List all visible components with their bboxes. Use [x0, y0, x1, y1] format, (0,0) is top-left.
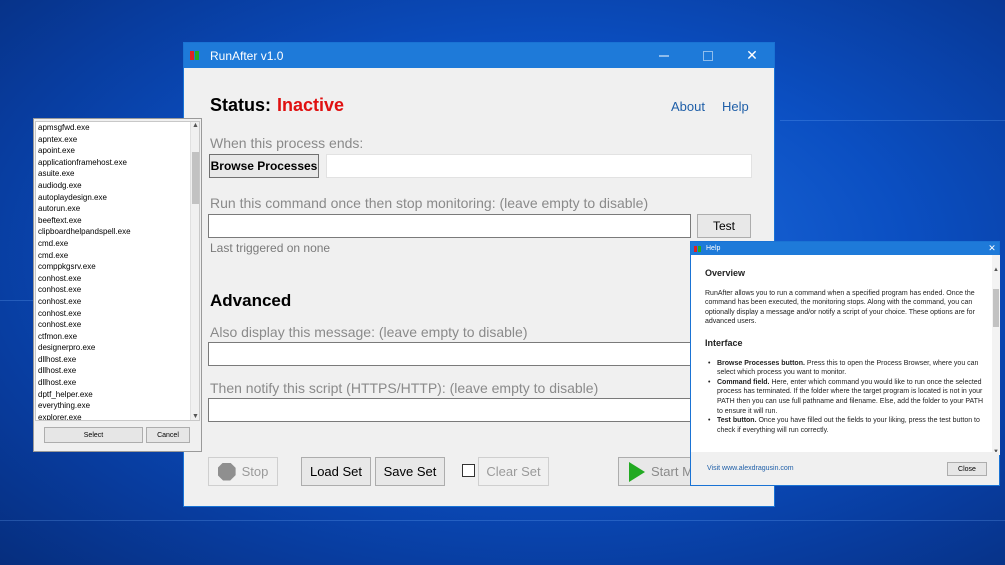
- help-titlebar: Help ✕: [691, 242, 999, 255]
- process-label: When this process ends:: [210, 135, 364, 151]
- cancel-button[interactable]: Cancel: [146, 427, 190, 443]
- status-label: Status:: [210, 95, 272, 115]
- test-button[interactable]: Test: [697, 214, 751, 238]
- list-item[interactable]: dllhost.exe: [36, 377, 199, 389]
- runafter-window: RunAfter v1.0 ✕ Status: Inactive About He…: [183, 42, 775, 507]
- background-line: [780, 120, 1005, 121]
- app-icon: [190, 50, 204, 62]
- help-app-icon: [694, 245, 702, 252]
- list-item[interactable]: conhost.exe: [36, 296, 199, 308]
- list-item: Test button. Once you have filled out th…: [705, 416, 985, 435]
- list-item[interactable]: dllhost.exe: [36, 365, 199, 377]
- scroll-up-icon[interactable]: ▲: [993, 267, 999, 273]
- list-item[interactable]: autorun.exe: [36, 203, 199, 215]
- browse-processes-button[interactable]: Browse Processes: [209, 154, 319, 178]
- save-set-button[interactable]: Save Set: [375, 457, 445, 486]
- command-label: Run this command once then stop monitori…: [210, 195, 649, 211]
- status-row: Status: Inactive: [210, 95, 344, 116]
- list-item[interactable]: beeftext.exe: [36, 215, 199, 227]
- bullet-term: Command field.: [717, 378, 770, 386]
- clear-set-checkbox[interactable]: [462, 464, 475, 477]
- scroll-up-icon[interactable]: ▲: [192, 122, 199, 129]
- process-field[interactable]: [326, 154, 752, 178]
- list-item[interactable]: everything.exe: [36, 400, 199, 412]
- list-item[interactable]: conhost.exe: [36, 284, 199, 296]
- list-item[interactable]: conhost.exe: [36, 319, 199, 331]
- process-list[interactable]: apmsgfwd.exe apntex.exe apoint.exe applicat…: [35, 121, 200, 421]
- interface-list: Browse Processes button. Press this to o…: [705, 359, 985, 436]
- stop-button[interactable]: Stop: [208, 457, 278, 486]
- interface-heading: Interface: [705, 337, 743, 348]
- process-list-scrollbar[interactable]: ▲ ▼: [190, 122, 199, 420]
- list-item[interactable]: comppkgsrv.exe: [36, 261, 199, 273]
- bullet-term: Browse Processes button.: [717, 359, 805, 367]
- message-field[interactable]: [208, 342, 738, 366]
- about-link[interactable]: About: [671, 99, 705, 114]
- list-item[interactable]: apoint.exe: [36, 145, 199, 157]
- scroll-thumb[interactable]: [993, 289, 999, 327]
- help-title: Help: [706, 245, 721, 252]
- background-line: [0, 520, 1005, 521]
- window-title: RunAfter v1.0: [210, 48, 284, 63]
- list-item: Browse Processes button. Press this to o…: [705, 359, 985, 378]
- script-field[interactable]: [208, 398, 738, 422]
- process-items: apmsgfwd.exe apntex.exe apoint.exe applicat…: [36, 122, 199, 420]
- help-window: Help ✕ Overview RunAfter allows you to r…: [690, 241, 1000, 486]
- scroll-thumb[interactable]: [192, 152, 199, 204]
- help-footer: Visit www.alexdragusin.com Close: [691, 452, 999, 485]
- help-link[interactable]: Help: [722, 99, 749, 114]
- stop-icon: [217, 462, 236, 481]
- load-set-button[interactable]: Load Set: [301, 457, 371, 486]
- list-item[interactable]: asuite.exe: [36, 168, 199, 180]
- overview-text: RunAfter allows you to run a command whe…: [705, 289, 975, 326]
- list-item[interactable]: dptf_helper.exe: [36, 389, 199, 401]
- minimize-icon[interactable]: [642, 43, 686, 68]
- message-label: Also display this message: (leave empty …: [210, 324, 528, 340]
- list-item[interactable]: autoplaydesign.exe: [36, 192, 199, 204]
- list-item[interactable]: cmd.exe: [36, 238, 199, 250]
- list-item[interactable]: applicationframehost.exe: [36, 157, 199, 169]
- maximize-icon[interactable]: [686, 43, 730, 68]
- status-value: Inactive: [277, 95, 345, 115]
- website-link[interactable]: Visit www.alexdragusin.com: [707, 465, 794, 472]
- help-scrollbar[interactable]: ▲ ▼: [992, 255, 1000, 455]
- list-item[interactable]: ctfmon.exe: [36, 331, 199, 343]
- close-icon[interactable]: ✕: [730, 43, 774, 68]
- list-item[interactable]: cmd.exe: [36, 250, 199, 262]
- overview-heading: Overview: [705, 268, 746, 278]
- last-triggered-text: Last triggered on none: [210, 241, 331, 255]
- clear-set-button[interactable]: Clear Set: [478, 457, 549, 486]
- list-item[interactable]: designerpro.exe: [36, 342, 199, 354]
- bullet-term: Test button.: [717, 417, 757, 425]
- list-item[interactable]: conhost.exe: [36, 308, 199, 320]
- stop-button-label: Stop: [241, 464, 269, 479]
- script-label: Then notify this script (HTTPS/HTTP): (l…: [210, 380, 599, 396]
- play-icon: [629, 461, 645, 482]
- list-item[interactable]: explorer.exe: [36, 412, 199, 420]
- close-button[interactable]: Close: [947, 462, 987, 476]
- help-content: Overview RunAfter allows you to run a co…: [691, 255, 991, 452]
- list-item[interactable]: apntex.exe: [36, 134, 199, 146]
- select-button[interactable]: Select: [44, 427, 143, 443]
- list-item[interactable]: apmsgfwd.exe: [36, 122, 199, 134]
- main-titlebar: RunAfter v1.0 ✕: [184, 43, 774, 68]
- bullet-text: Once you have filled out the fields to y…: [717, 417, 980, 434]
- scroll-down-icon[interactable]: ▼: [192, 413, 199, 420]
- list-item[interactable]: audiodg.exe: [36, 180, 199, 192]
- list-item[interactable]: clipboardhelpandspell.exe: [36, 226, 199, 238]
- list-item: Command field. Here, enter which command…: [705, 378, 985, 416]
- advanced-heading: Advanced: [210, 291, 292, 310]
- help-close-icon[interactable]: ✕: [985, 243, 999, 254]
- command-field[interactable]: [208, 214, 691, 238]
- list-item[interactable]: conhost.exe: [36, 273, 199, 285]
- list-item[interactable]: dllhost.exe: [36, 354, 199, 366]
- process-browser-window: apmsgfwd.exe apntex.exe apoint.exe applicat…: [33, 118, 202, 452]
